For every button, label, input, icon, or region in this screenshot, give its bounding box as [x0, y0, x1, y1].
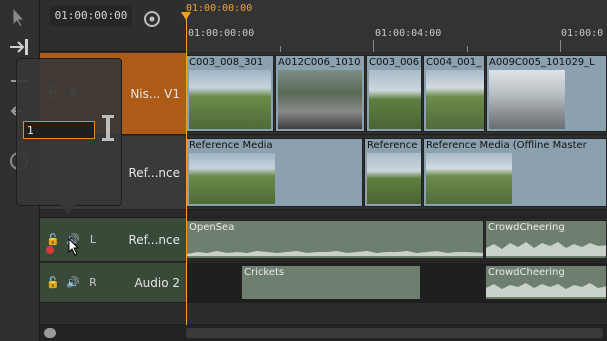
zoom-handle-icon[interactable] — [44, 328, 56, 338]
video-clip[interactable]: C004_001_ — [423, 55, 485, 132]
lock-icon[interactable]: 🔓 — [46, 233, 60, 247]
ruler-tick-label: 01:00:00:00 — [188, 28, 255, 39]
clip-thumbnail — [278, 70, 362, 129]
channel-label[interactable]: L — [86, 233, 100, 247]
timecode-display[interactable]: 01:00:00:00 — [50, 6, 132, 26]
clip-label: C003_006 — [369, 57, 420, 68]
record-icon[interactable] — [46, 246, 54, 254]
track-height-slider-icon[interactable] — [101, 113, 115, 143]
ruler-tick — [280, 46, 281, 52]
scrollbar-thumb[interactable] — [186, 328, 603, 338]
clip-label: Crickets — [244, 267, 285, 278]
track-name: Ref...nce — [128, 233, 180, 247]
lane-divider — [186, 210, 607, 218]
clip-label: A012C006_1010 — [278, 57, 361, 68]
clip-thumbnail — [189, 70, 271, 129]
video-clip[interactable]: C003_006 — [366, 55, 422, 132]
track-name: Nis... V1 — [130, 87, 180, 101]
audio-waveform — [486, 242, 606, 256]
clip-label: Reference Media (Offline Master — [426, 140, 587, 151]
clip-thumbnail — [369, 70, 421, 129]
audio-lane-1[interactable]: OpenSea CrowdCheering — [186, 218, 607, 262]
video-clip[interactable]: A012C006_1010 — [275, 55, 365, 132]
clip-label: A009C005_101029_L — [489, 57, 595, 68]
clip-label: C004_001_ — [426, 57, 482, 68]
empty-lane — [186, 303, 607, 325]
reference-clip[interactable]: Reference Media — [186, 138, 363, 207]
track-insert-icon[interactable] — [8, 36, 32, 58]
speaker-icon[interactable]: 🔊 — [66, 276, 80, 290]
clip-thumbnail — [426, 153, 512, 204]
track-name: Ref...nce — [128, 166, 180, 180]
clip-label: Reference — [367, 140, 418, 151]
track-header-audio-2[interactable]: 🔓 🔊 R Audio 2 — [40, 263, 186, 303]
audio-waveform — [187, 251, 483, 256]
video-clip[interactable]: C003_008_301 — [186, 55, 274, 132]
ruler-tick — [467, 46, 468, 52]
track-header-empty — [40, 303, 186, 325]
ruler-tick-label: 01:00:0 — [561, 28, 604, 39]
timeline-ruler[interactable]: 01:00:00:00 01:00:00:00 01:00:04:00 01:0… — [181, 0, 607, 52]
clip-label: CrowdCheering — [488, 267, 565, 278]
video-clip[interactable]: A009C005_101029_L — [486, 55, 607, 132]
track-name: Audio 2 — [134, 276, 180, 290]
audio-lane-2[interactable]: Crickets CrowdCheering — [186, 263, 607, 303]
playhead-timecode: 01:00:00:00 — [186, 3, 253, 14]
ruler-tick — [560, 40, 561, 52]
timeline-header: 01:00:00:00 01:00:00:00 01:00:00:00 01:0… — [40, 0, 607, 52]
track-header-audio-1[interactable]: 🔓 🔊 L Ref...nce — [40, 218, 186, 262]
clip-label: Reference Media — [189, 140, 273, 151]
audio-clip[interactable]: CrowdCheering — [485, 265, 607, 300]
track-height-popup — [16, 58, 122, 206]
clip-thumbnail — [426, 70, 484, 129]
reference-clip[interactable]: Reference Media (Offline Master — [423, 138, 607, 207]
video-lane[interactable]: C003_008_301 A012C006_1010 C003_006 C004… — [186, 53, 607, 135]
clip-label: C003_008_301 — [189, 57, 264, 68]
clip-label: OpenSea — [189, 222, 235, 233]
audio-waveform — [486, 283, 606, 297]
clip-label: CrowdCheering — [488, 222, 565, 233]
ruler-tick — [373, 40, 374, 52]
playhead-line[interactable] — [186, 12, 187, 325]
clip-thumbnail — [367, 153, 421, 204]
audio-clip[interactable]: Crickets — [241, 265, 421, 300]
reference-clip[interactable]: Reference — [364, 138, 422, 207]
audio-clip[interactable]: OpenSea — [186, 220, 484, 259]
mouse-cursor-icon — [68, 237, 80, 256]
clip-thumbnail — [189, 153, 275, 204]
reference-lane[interactable]: Reference Media Reference Reference Medi… — [186, 136, 607, 210]
popup-arrow — [60, 205, 76, 214]
select-tool-icon[interactable] — [8, 6, 32, 28]
horizontal-scrollbar[interactable] — [40, 325, 607, 341]
channel-label[interactable]: R — [86, 276, 100, 290]
track-height-input[interactable] — [23, 121, 95, 139]
lock-icon[interactable]: 🔓 — [46, 276, 60, 290]
snap-magnet-icon[interactable] — [141, 8, 163, 30]
ruler-tick-label: 01:00:04:00 — [375, 28, 442, 39]
audio-clip[interactable]: CrowdCheering — [485, 220, 607, 259]
clip-thumbnail — [489, 70, 565, 129]
